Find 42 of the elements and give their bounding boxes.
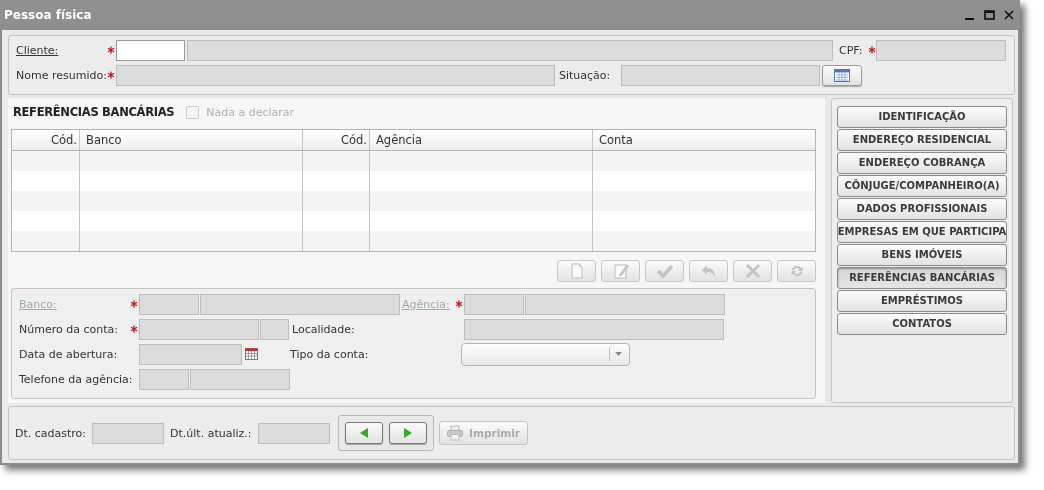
calendar-icon xyxy=(834,68,850,82)
checkbox-label: Nada a declarar xyxy=(206,105,295,119)
maximize-icon[interactable] xyxy=(984,9,995,20)
nav-tab[interactable]: CONTATOS xyxy=(837,312,1007,335)
nav-tab[interactable]: ENDEREÇO RESIDENCIAL xyxy=(837,128,1007,151)
field-label: Tipo da conta: xyxy=(290,347,370,361)
field-label: Dt. cadastro: xyxy=(15,426,87,440)
section-title: REFERÊNCIAS BANCÁRIAS xyxy=(13,105,175,120)
next-button[interactable] xyxy=(388,422,427,445)
delete-icon xyxy=(743,262,762,279)
close-icon[interactable] xyxy=(1004,9,1014,20)
column-header[interactable]: Banco xyxy=(80,129,303,150)
window-title: Pessoa física xyxy=(4,7,92,22)
field-label: CPF: xyxy=(839,43,864,57)
printer-icon xyxy=(446,425,465,442)
nav-tab[interactable]: ENDEREÇO COBRANÇA xyxy=(837,151,1007,174)
field-label: Situação: xyxy=(559,68,611,82)
nav-tab[interactable]: DADOS PROFISSIONAIS xyxy=(837,197,1007,220)
field-label: Dt.últ. atualiz.: xyxy=(170,426,252,440)
field-link[interactable]: Cliente: xyxy=(16,43,106,57)
confirm-icon xyxy=(655,262,674,279)
field-label: Localidade: xyxy=(292,322,356,336)
nav-tab[interactable]: CÔNJUGE/COMPANHEIRO(A) xyxy=(837,174,1007,197)
edit-icon xyxy=(611,262,630,279)
nav-tab[interactable]: EMPRESAS EM QUE PARTICIPA xyxy=(837,220,1007,243)
column-header[interactable]: Conta xyxy=(593,129,815,150)
field-label: Número da conta: xyxy=(19,322,119,336)
field-label: Nome resumido: xyxy=(16,68,106,82)
right-arrow-icon xyxy=(401,427,414,440)
field-label: Data de abertura: xyxy=(19,347,119,361)
input-field[interactable] xyxy=(116,39,185,61)
calendar-button[interactable] xyxy=(822,64,862,86)
dropdown[interactable] xyxy=(461,342,630,366)
previous-button[interactable] xyxy=(344,422,383,445)
nav-tab[interactable]: BENS IMÓVEIS xyxy=(837,243,1007,266)
nav-tab[interactable]: IDENTIFICAÇÃO xyxy=(837,105,1007,128)
column-header[interactable]: Cód. xyxy=(12,129,80,150)
calendar-icon[interactable] xyxy=(245,348,258,361)
column-header[interactable]: Agência xyxy=(370,129,593,150)
column-header[interactable]: Cód. xyxy=(303,129,370,150)
nav-tab[interactable]: REFERÊNCIAS BANCÁRIAS xyxy=(837,266,1007,289)
nav-tab[interactable]: EMPRÉSTIMOS xyxy=(837,289,1007,312)
